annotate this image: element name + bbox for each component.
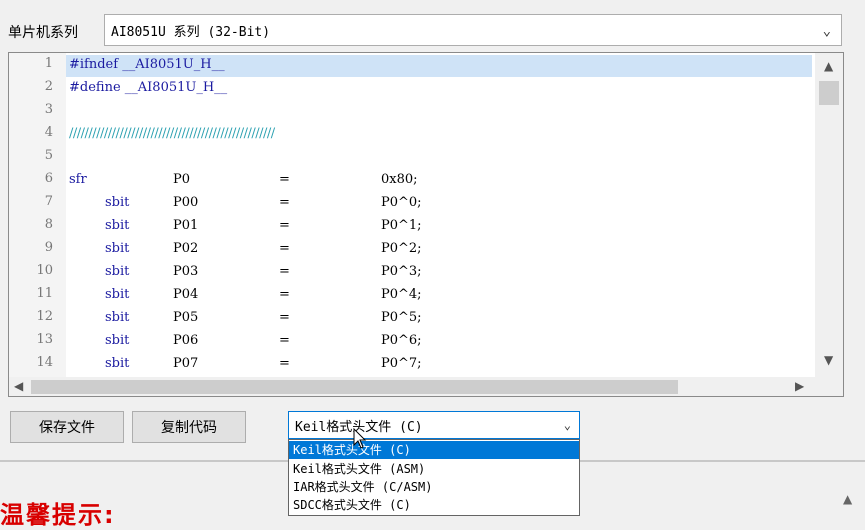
code-keyword: sbit [105,310,130,325]
code-value: P0^5; [381,310,422,325]
line-number: 10 [36,263,53,278]
code-keyword: sbit [105,287,130,302]
code-operator: = [279,310,290,325]
line-number: 9 [44,240,53,255]
chevron-down-icon: ⌄ [822,23,831,39]
code-keyword: sfr [69,172,87,187]
comment-line: ////////////////////////////////////////… [69,126,275,141]
vertical-scroll-thumb[interactable] [819,81,839,105]
code-identifier: P02 [173,241,199,256]
scroll-up-icon[interactable]: ▲ [824,59,833,73]
horizontal-scrollbar[interactable]: ◀ ▶ [9,377,815,396]
code-line: #ifndef __AI8051U_H__ [69,57,225,72]
scrollbar-corner [815,377,843,396]
code-identifier: P00 [173,195,199,210]
line-number: 13 [36,332,53,347]
code-operator: = [279,195,290,210]
code-value: P0^7; [381,356,422,371]
line-number: 14 [36,355,53,370]
code-editor[interactable]: 1 #ifndef __AI8051U_H__ 2 #define __AI80… [8,52,844,397]
format-select[interactable]: Keil格式头文件 (C) ⌄ [288,411,580,439]
line-number: 4 [44,125,53,140]
code-value: P0^6; [381,333,422,348]
code-identifier: P01 [173,218,199,233]
dropdown-option[interactable]: Keil格式头文件 (ASM) [289,460,579,478]
code-identifier: P07 [173,356,199,371]
code-operator: = [279,241,290,256]
horizontal-scroll-thumb[interactable] [31,380,678,394]
line-number: 7 [44,194,53,209]
code-identifier: P05 [173,310,199,325]
scroll-up-icon[interactable]: ▲ [843,492,852,506]
code-identifier: P06 [173,333,199,348]
code-identifier: P03 [173,264,199,279]
vertical-scrollbar[interactable]: ▲ ▼ [815,53,843,377]
scroll-right-icon[interactable]: ▶ [795,379,804,393]
code-keyword: sbit [105,195,130,210]
dropdown-option[interactable]: SDCC格式头文件 (C) [289,496,579,514]
code-value: P0^4; [381,287,422,302]
code-operator: = [279,287,290,302]
format-dropdown-list[interactable]: Keil格式头文件 (C) Keil格式头文件 (ASM) IAR格式头文件 (… [288,439,580,516]
code-value: P0^0; [381,195,422,210]
series-select-value: AI8051U 系列 (32-Bit) [111,24,271,40]
series-select[interactable]: AI8051U 系列 (32-Bit) ⌄ [104,14,842,46]
line-number: 11 [36,286,53,301]
line-number: 6 [44,171,53,186]
code-keyword: sbit [105,356,130,371]
dropdown-option[interactable]: IAR格式头文件 (C/ASM) [289,478,579,496]
code-operator: = [279,333,290,348]
line-number: 2 [44,79,53,94]
mouse-cursor-icon [353,428,367,449]
code-operator: = [279,356,290,371]
line-number: 5 [44,148,53,163]
scroll-down-icon[interactable]: ▼ [824,353,833,367]
code-operator: = [279,264,290,279]
code-keyword: sbit [105,264,130,279]
tip-heading: 温馨提示: [0,501,116,529]
code-operator: = [279,218,290,233]
series-label: 单片机系列 [8,25,78,41]
code-keyword: sbit [105,218,130,233]
code-line: #define __AI8051U_H__ [69,80,228,95]
code-keyword: sbit [105,241,130,256]
line-number: 1 [44,56,53,71]
line-number: 8 [44,217,53,232]
save-file-button[interactable]: 保存文件 [10,411,124,443]
copy-code-button[interactable]: 复制代码 [132,411,246,443]
chevron-down-icon: ⌄ [563,418,571,432]
line-number: 12 [36,309,53,324]
dropdown-option[interactable]: Keil格式头文件 (C) [289,441,579,459]
code-value: P0^2; [381,241,422,256]
line-number: 3 [44,102,53,117]
code-value: P0^1; [381,218,422,233]
scroll-left-icon[interactable]: ◀ [14,379,23,393]
code-value: 0x80; [381,172,418,187]
code-identifier: P04 [173,287,199,302]
code-keyword: sbit [105,333,130,348]
code-value: P0^3; [381,264,422,279]
code-operator: = [279,172,290,187]
code-identifier: P0 [173,172,191,187]
